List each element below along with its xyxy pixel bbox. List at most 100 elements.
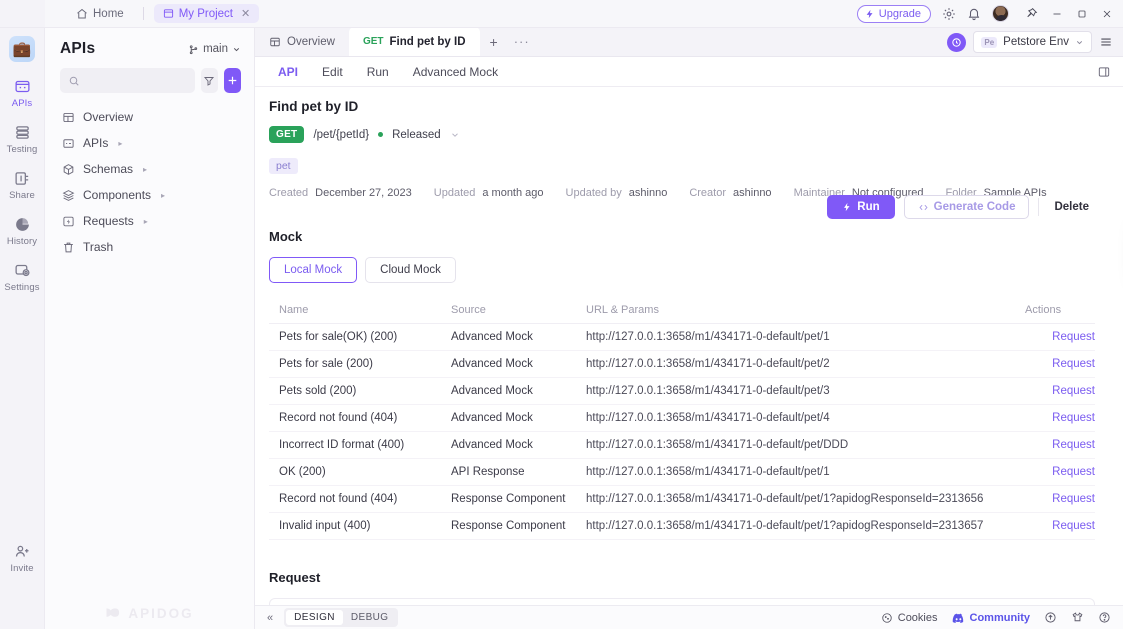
shirt-icon[interactable] <box>1071 611 1084 624</box>
upgrade-button[interactable]: Upgrade <box>856 4 931 23</box>
add-button[interactable] <box>223 68 242 93</box>
subtab-api[interactable]: API <box>269 62 307 82</box>
tabstrip-actions: Pe Petstore Env <box>947 31 1123 56</box>
home-icon <box>76 8 88 20</box>
cell-name: Incorrect ID format (400) <box>269 431 441 459</box>
cell-name: Pets sold (200) <box>269 377 441 405</box>
upload-circle-icon[interactable] <box>1044 611 1057 624</box>
sidebar-item-components[interactable]: Components ▸ <box>45 182 254 208</box>
environment-badge: Pe <box>981 36 998 48</box>
sidebar-item-trash[interactable]: Trash <box>45 234 254 260</box>
filter-icon <box>203 75 215 87</box>
new-tab-button[interactable]: + <box>480 27 508 56</box>
subtab-run[interactable]: Run <box>358 62 398 82</box>
collapse-sidebar-icon[interactable]: « <box>267 612 273 624</box>
gear-icon[interactable] <box>942 7 956 21</box>
request-link[interactable]: Request <box>1052 412 1095 424</box>
title-bar-rail-spacer <box>0 0 45 27</box>
sidebar-label-components: Components <box>83 188 152 202</box>
cell-actions: Request <box>1015 377 1095 405</box>
pin-icon[interactable] <box>1025 7 1038 20</box>
status-bar-right: Cookies Community <box>881 611 1123 624</box>
community-button[interactable]: Community <box>952 612 1030 624</box>
column-header-source: Source <box>441 297 576 324</box>
request-link[interactable]: Request <box>1052 385 1095 397</box>
chevron-right-icon[interactable]: ▸ <box>118 139 122 148</box>
cell-source: Response Component <box>441 485 576 513</box>
branch-icon <box>188 44 199 55</box>
request-link[interactable]: Request <box>1052 439 1095 451</box>
home-tab[interactable]: Home <box>67 5 133 23</box>
components-icon <box>62 189 75 202</box>
tab-find-pet-by-id[interactable]: GET Find pet by ID <box>348 27 480 56</box>
delete-button[interactable]: Delete <box>1048 196 1095 218</box>
subtab-advanced-mock[interactable]: Advanced Mock <box>404 62 507 82</box>
panel-layout-toggle[interactable] <box>1097 65 1123 79</box>
environment-selector[interactable]: Pe Petstore Env <box>973 31 1092 53</box>
briefcase-icon[interactable]: 💼 <box>9 36 35 62</box>
apidog-watermark: APIDOG <box>45 606 254 621</box>
branch-name: main <box>203 43 228 55</box>
tab-more-button[interactable]: ··· <box>508 27 536 56</box>
column-header-actions: Actions <box>1015 297 1095 324</box>
chevron-right-icon[interactable]: ▸ <box>144 217 148 226</box>
avatar[interactable] <box>992 5 1009 22</box>
close-window-icon[interactable] <box>1101 8 1113 20</box>
cookies-label: Cookies <box>897 611 938 624</box>
api-subtabs: API Edit Run Advanced Mock <box>255 57 1123 87</box>
bell-icon[interactable] <box>967 7 981 21</box>
sidebar-item-overview[interactable]: Overview <box>45 104 254 130</box>
request-link[interactable]: Request <box>1052 493 1095 505</box>
filter-button[interactable] <box>200 68 218 93</box>
tab-local-mock[interactable]: Local Mock <box>269 257 358 283</box>
testing-icon <box>14 124 31 141</box>
path-params-box: Path Params Generate Code <box>269 598 1095 605</box>
project-tab-label: My Project <box>178 7 234 20</box>
minimize-icon[interactable] <box>1051 8 1063 20</box>
sidebar-item-requests[interactable]: Requests ▸ <box>45 208 254 234</box>
request-link[interactable]: Request <box>1052 331 1095 343</box>
run-button[interactable]: Run <box>827 195 895 219</box>
search-box[interactable] <box>60 68 195 93</box>
cell-name: Pets for sale(OK) (200) <box>269 323 441 351</box>
runner-clock-icon[interactable] <box>947 32 967 52</box>
help-icon[interactable] <box>1098 611 1111 624</box>
table-row: Invalid input (400) Response Component h… <box>269 512 1095 540</box>
request-link[interactable]: Request <box>1052 466 1095 478</box>
rail-item-history[interactable]: History <box>0 216 45 247</box>
generate-code-button[interactable]: Generate Code <box>903 195 1030 219</box>
request-link[interactable]: Request <box>1052 520 1095 532</box>
close-icon[interactable]: ✕ <box>241 7 250 20</box>
subtab-edit[interactable]: Edit <box>313 62 352 82</box>
table-row: Incorrect ID format (400) Advanced Mock … <box>269 431 1095 459</box>
maximize-icon[interactable] <box>1076 8 1088 20</box>
request-section-title: Request <box>269 570 321 585</box>
sidebar-item-apis[interactable]: APIs ▸ <box>45 130 254 156</box>
request-link[interactable]: Request <box>1052 358 1095 370</box>
cell-url: http://127.0.0.1:3658/m1/434171-0-defaul… <box>576 512 1015 540</box>
branch-selector[interactable]: main <box>188 43 241 55</box>
discord-icon <box>952 613 965 623</box>
share-icon <box>14 170 31 187</box>
cookies-button[interactable]: Cookies <box>881 612 938 624</box>
sidebar-item-schemas[interactable]: Schemas ▸ <box>45 156 254 182</box>
chevron-right-icon[interactable]: ▸ <box>161 191 165 200</box>
rail-item-settings[interactable]: Settings <box>0 262 45 293</box>
rail-item-invite[interactable]: Invite <box>0 543 45 574</box>
mock-section-title: Mock <box>269 229 303 244</box>
search-input[interactable] <box>86 74 187 87</box>
window-controls <box>1025 7 1113 20</box>
cell-source: Response Component <box>441 512 576 540</box>
mode-debug[interactable]: DEBUG <box>343 610 397 625</box>
rail-item-share[interactable]: Share <box>0 170 45 201</box>
rail-item-apis[interactable]: APIs <box>0 78 45 109</box>
menu-icon[interactable] <box>1099 35 1113 49</box>
project-tab[interactable]: My Project ✕ <box>153 4 260 23</box>
tab-cloud-mock[interactable]: Cloud Mock <box>365 257 456 283</box>
chevron-right-icon[interactable]: ▸ <box>143 165 147 174</box>
status-chevron-down-icon[interactable] <box>450 130 460 140</box>
rail-item-testing[interactable]: Testing <box>0 124 45 155</box>
mode-design[interactable]: DESIGN <box>286 610 343 625</box>
sidebar-search-row <box>45 68 254 93</box>
tab-overview[interactable]: Overview <box>255 27 349 56</box>
